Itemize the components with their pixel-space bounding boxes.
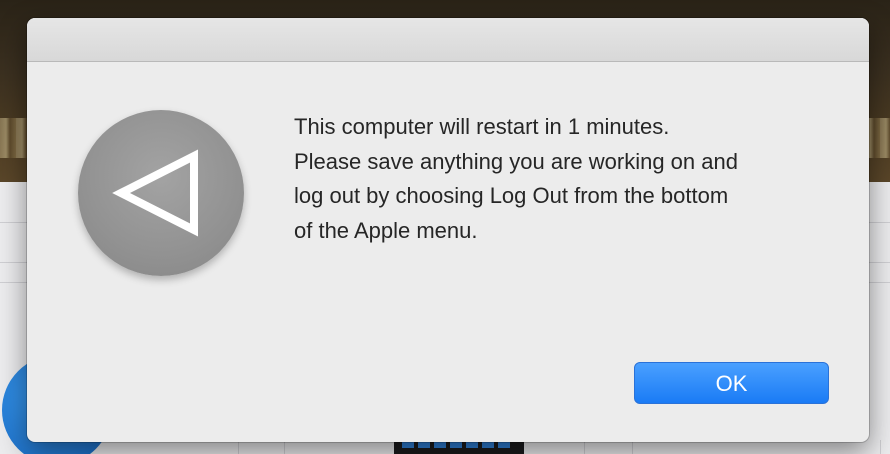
- back-arrow-triangle-icon: [78, 110, 244, 276]
- background-divider: [632, 440, 633, 454]
- restart-alert-dialog: This computer will restart in 1 minutes.…: [27, 18, 869, 442]
- ok-button[interactable]: OK: [634, 362, 829, 404]
- background-divider: [284, 440, 285, 454]
- dialog-titlebar: [27, 18, 869, 62]
- alert-message: This computer will restart in 1 minutes.…: [294, 114, 738, 243]
- background-divider: [584, 440, 585, 454]
- background-divider: [238, 440, 239, 454]
- background-divider: [880, 440, 881, 454]
